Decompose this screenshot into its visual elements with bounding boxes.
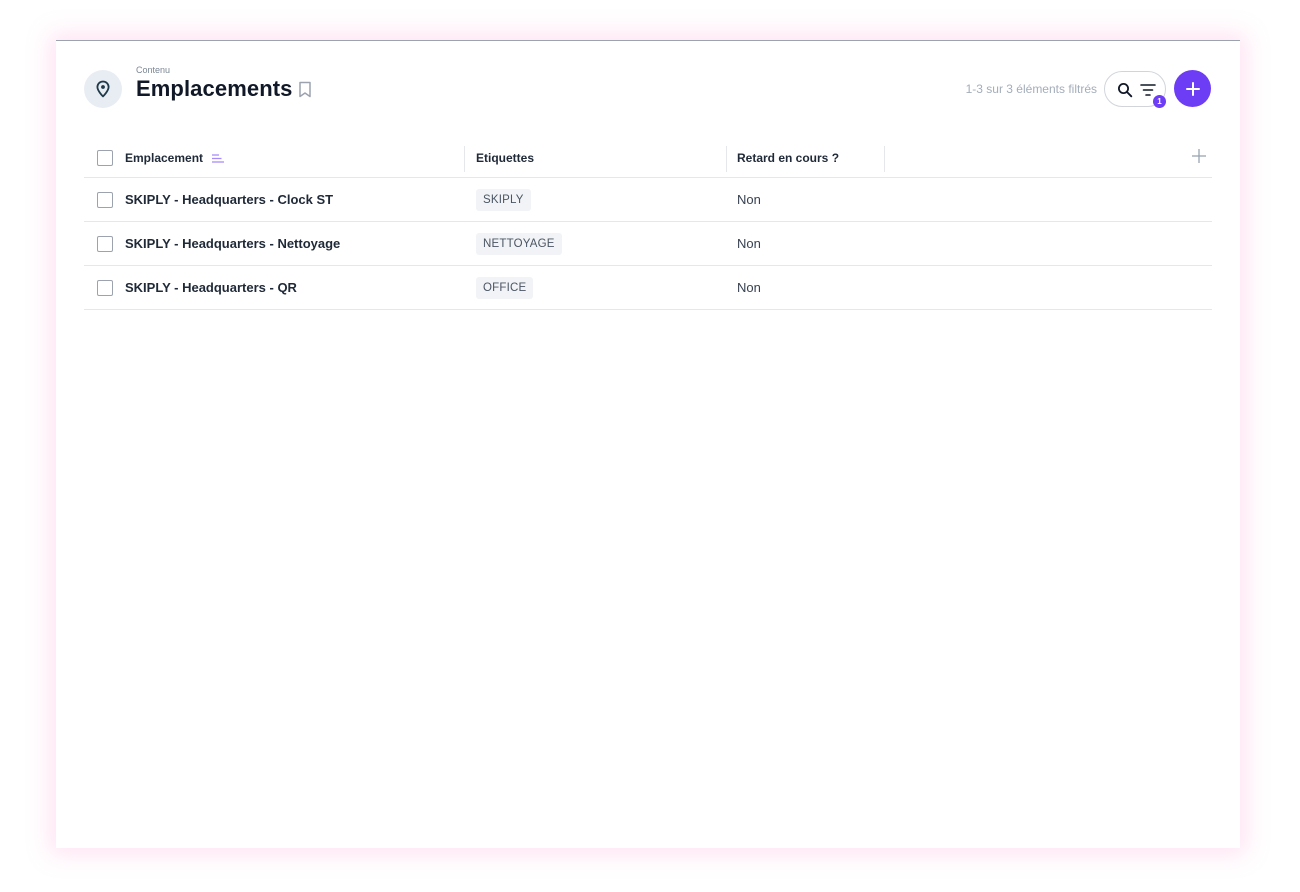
late-status: Non xyxy=(737,280,761,295)
row-checkbox[interactable] xyxy=(97,280,113,296)
location-name[interactable]: SKIPLY - Headquarters - QR xyxy=(125,280,297,295)
breadcrumb[interactable]: Contenu xyxy=(136,65,170,75)
sort-icon[interactable] xyxy=(211,153,225,164)
location-name[interactable]: SKIPLY - Headquarters - Nettoyage xyxy=(125,236,340,251)
search-icon[interactable] xyxy=(1117,82,1133,98)
late-status: Non xyxy=(737,192,761,207)
bookmark-icon[interactable] xyxy=(298,81,312,98)
tag-badge: OFFICE xyxy=(476,277,534,299)
map-pin-icon xyxy=(96,80,110,98)
column-separator[interactable] xyxy=(726,146,727,172)
filter-icon[interactable] xyxy=(1140,83,1156,97)
locations-table: Emplacement Etiquettes Retard en cours ?… xyxy=(84,141,1212,310)
location-name[interactable]: SKIPLY - Headquarters - Clock ST xyxy=(125,192,333,207)
column-separator[interactable] xyxy=(884,146,885,172)
tag-badge: SKIPLY xyxy=(476,189,531,211)
column-header-emplacement[interactable]: Emplacement xyxy=(125,151,203,165)
row-checkbox[interactable] xyxy=(97,192,113,208)
results-count: 1-3 sur 3 éléments filtrés xyxy=(965,82,1097,96)
page-title: Emplacements xyxy=(136,76,293,101)
table-row[interactable]: SKIPLY - Headquarters - Clock ST SKIPLY … xyxy=(84,178,1212,222)
late-status: Non xyxy=(737,236,761,251)
column-header-retard[interactable]: Retard en cours ? xyxy=(737,151,839,165)
table-header: Emplacement Etiquettes Retard en cours ? xyxy=(84,141,1212,178)
add-column-icon[interactable] xyxy=(1190,147,1208,165)
page-icon-circle xyxy=(84,70,122,108)
table-row[interactable]: SKIPLY - Headquarters - QR OFFICE Non xyxy=(84,266,1212,310)
column-header-etiquettes[interactable]: Etiquettes xyxy=(476,151,534,165)
add-button[interactable] xyxy=(1174,70,1211,107)
content-card: Contenu Emplacements 1-3 sur 3 éléments … xyxy=(56,40,1240,848)
column-separator[interactable] xyxy=(464,146,465,172)
row-checkbox[interactable] xyxy=(97,236,113,252)
plus-icon xyxy=(1185,81,1200,96)
filter-count-badge: 1 xyxy=(1153,95,1166,108)
tag-badge: NETTOYAGE xyxy=(476,233,562,255)
table-row[interactable]: SKIPLY - Headquarters - Nettoyage NETTOY… xyxy=(84,222,1212,266)
select-all-checkbox[interactable] xyxy=(97,150,113,166)
